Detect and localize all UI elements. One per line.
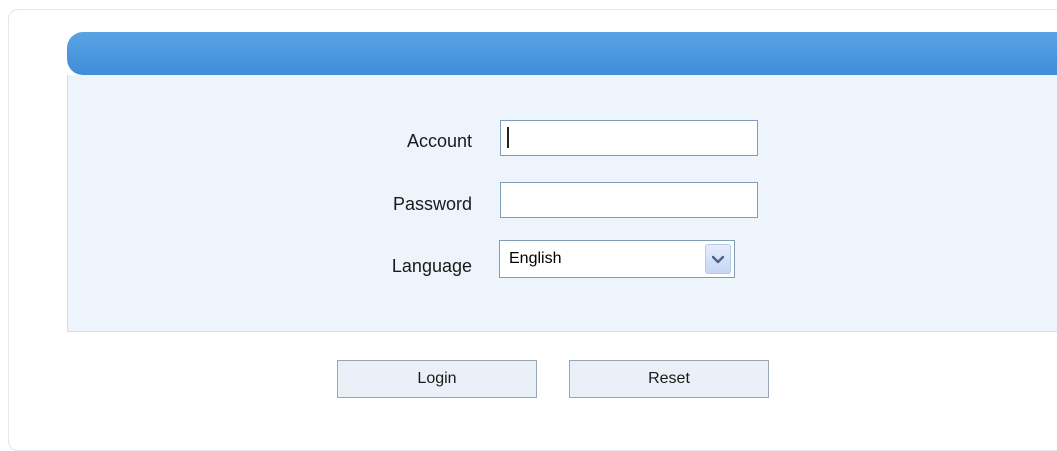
language-select-value: English [509, 250, 562, 267]
chevron-down-icon-glyph [712, 255, 724, 263]
password-input[interactable] [500, 182, 758, 218]
language-label: Language [391, 256, 472, 276]
password-label: Password [392, 194, 472, 214]
reset-button[interactable]: Reset [569, 360, 769, 398]
chevron-down-icon[interactable] [705, 244, 731, 274]
language-select[interactable]: English [499, 240, 735, 278]
account-label: Account [406, 131, 472, 151]
account-input[interactable] [500, 120, 758, 156]
login-title: Login [539, 11, 594, 32]
text-cursor [507, 127, 509, 148]
login-button[interactable]: Login [337, 360, 537, 398]
